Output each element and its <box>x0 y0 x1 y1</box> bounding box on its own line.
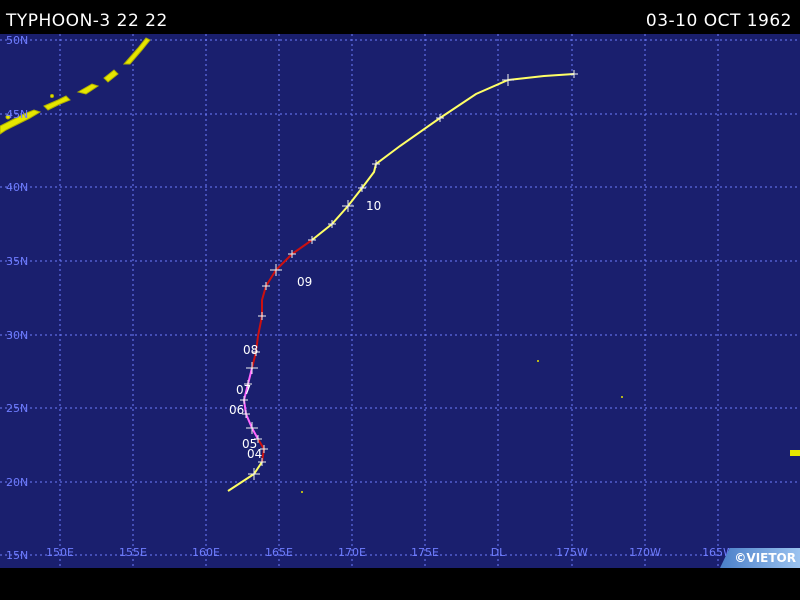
day-label: 08 <box>243 343 258 357</box>
bottom-bar <box>0 568 800 600</box>
lon-label: 170E <box>338 546 366 559</box>
lon-label: 165E <box>265 546 293 559</box>
lon-label: DL <box>491 546 506 559</box>
axis-labels: 50N 45N 40N 35N 30N 25N 20N 15N 150E 155E 160E 165E… <box>6 34 800 562</box>
lon-label: 170W <box>629 546 661 559</box>
date-range: 03-10 OCT 1962 <box>645 11 792 31</box>
vietor-credit: ©VIETOR <box>720 548 800 568</box>
map-grid <box>0 34 800 568</box>
lat-label: 35N <box>6 255 28 268</box>
day-label: 09 <box>297 275 312 289</box>
track-position-mark <box>248 468 260 480</box>
lat-label: 25N <box>6 402 28 415</box>
lat-label: 15N <box>6 549 28 562</box>
storm-title: TYPHOON-3 22 22 <box>6 11 168 31</box>
land-small-islands <box>301 360 800 493</box>
lat-label: 20N <box>6 476 28 489</box>
track-map: 50N 45N 40N 35N 30N 25N 20N 15N 150E 155E 160E 165E… <box>0 34 800 568</box>
lon-label: 155E <box>119 546 147 559</box>
track-segment <box>311 73 575 241</box>
track-position-mark <box>246 422 258 434</box>
track-position-mark <box>258 312 266 320</box>
day-label: 05 <box>242 437 257 451</box>
day-label: 06 <box>229 403 244 417</box>
track-position-mark <box>570 70 578 78</box>
day-label: 10 <box>366 199 381 213</box>
track-position-mark <box>502 74 514 86</box>
lon-label: 150E <box>46 546 74 559</box>
track-segment <box>251 239 313 369</box>
day-label: 07 <box>236 383 251 397</box>
track-position-mark <box>246 362 258 374</box>
lat-label: 50N <box>6 34 28 47</box>
title-bar: TYPHOON-3 22 22 03-10 OCT 1962 <box>0 0 800 34</box>
lon-label: 160E <box>192 546 220 559</box>
lon-label: 175W <box>556 546 588 559</box>
lat-label: 30N <box>6 329 28 342</box>
lat-label: 40N <box>6 181 28 194</box>
lat-label: 45N <box>6 108 28 121</box>
track-segment <box>227 461 263 492</box>
lon-label: 175E <box>411 546 439 559</box>
map-frame: 50N 45N 40N 35N 30N 25N 20N 15N 150E 155E 160E 165E… <box>0 34 800 568</box>
storm-track: 04050607080910 <box>227 70 578 492</box>
